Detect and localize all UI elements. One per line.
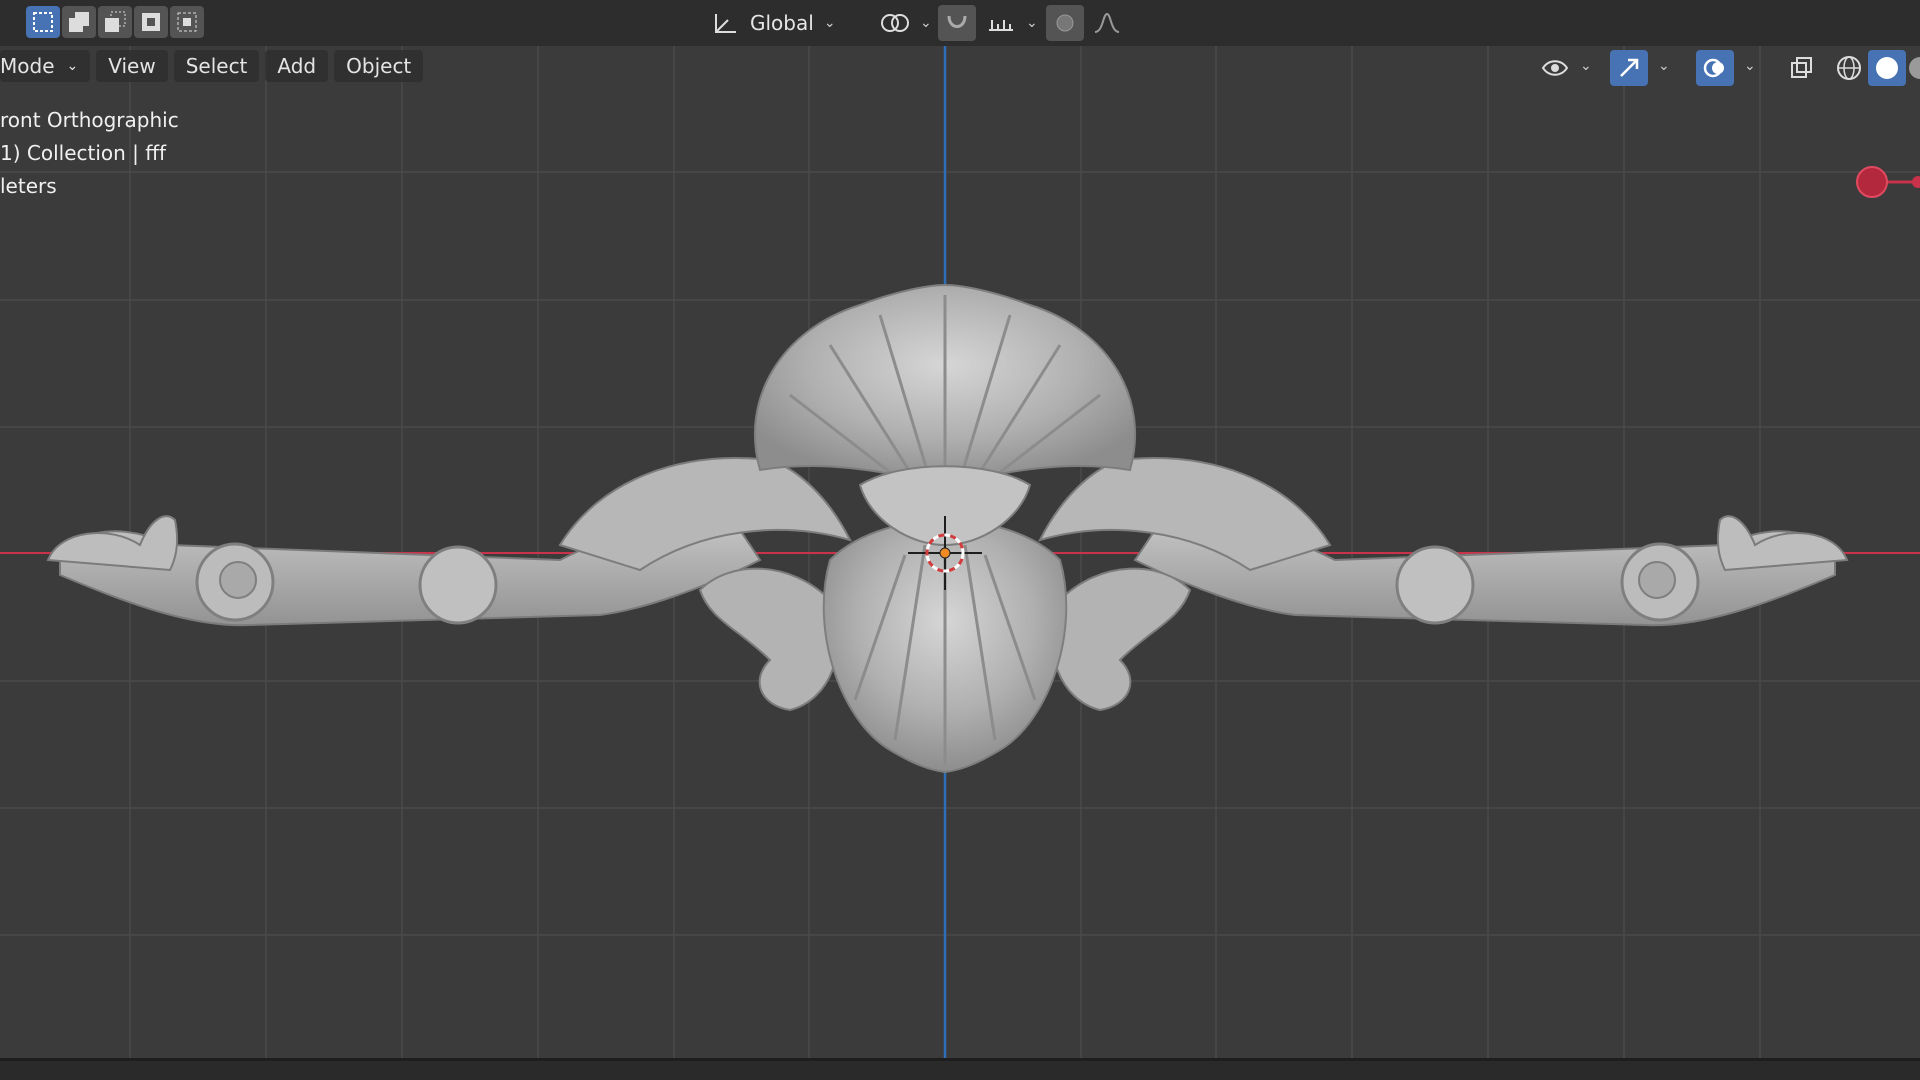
snap-target-dropdown[interactable]: ⌄ — [976, 6, 1048, 40]
shading-wireframe-button[interactable] — [1830, 50, 1868, 86]
falloff-curve-icon — [1094, 12, 1120, 33]
chevron-down-icon: ⌄ — [823, 15, 836, 31]
shading-solid-button[interactable] — [1868, 50, 1906, 86]
snap-toggle[interactable] — [938, 5, 976, 41]
select-intersect-icon — [177, 12, 197, 32]
select-subtract-button[interactable] — [98, 6, 132, 38]
select-invert-icon — [142, 13, 160, 31]
menu-add[interactable]: Add — [265, 50, 329, 82]
proportional-editing-icon — [1056, 14, 1074, 32]
select-box-icon — [33, 12, 53, 32]
viewport-canvas[interactable] — [0, 0, 1920, 1080]
menu-select[interactable]: Select — [173, 50, 260, 82]
orientation-axes-icon — [715, 14, 736, 33]
proportional-editing-toggle[interactable] — [1046, 5, 1084, 41]
orientation-label: Global — [750, 11, 814, 35]
shading-material-button[interactable] — [1906, 50, 1920, 86]
solid-sphere-icon — [1876, 57, 1898, 79]
selection-mode-group — [26, 6, 204, 38]
gizmo-toggle[interactable] — [1610, 50, 1648, 86]
interaction-mode-dropdown[interactable]: Mode ⌄ — [0, 50, 91, 82]
view-name-label: ront Orthographic — [0, 108, 179, 132]
viewport-header-menu: Mode ⌄ View Select Add Object — [0, 50, 424, 82]
menu-view[interactable]: View — [96, 50, 168, 82]
select-extend-icon — [69, 12, 89, 32]
xray-icon — [1791, 57, 1812, 78]
visibility-eye-icon — [1541, 60, 1569, 76]
pivot-point-icon — [881, 14, 909, 32]
proportional-falloff-dropdown[interactable] — [1088, 5, 1126, 41]
snap-increment-icon — [989, 20, 1013, 31]
select-box-new-button[interactable] — [26, 6, 60, 38]
ornament-mesh[interactable] — [46, 283, 1849, 774]
overlays-toggle[interactable] — [1696, 50, 1734, 86]
select-intersect-button[interactable] — [170, 6, 204, 38]
collection-label: 1) Collection | fff — [0, 141, 167, 165]
wireframe-sphere-icon — [1837, 56, 1861, 80]
tool-header: Global ⌄ ⌄ ⌄ — [0, 0, 1920, 46]
mode-label: Mode — [0, 54, 55, 78]
object-visibility-button[interactable] — [1536, 50, 1574, 86]
blender-3d-viewport: Global ⌄ ⌄ ⌄ Mode ⌄ View Select Add Obje… — [0, 0, 1920, 1080]
chevron-down-icon: ⌄ — [1744, 58, 1756, 74]
chevron-down-icon: ⌄ — [1026, 15, 1038, 31]
chevron-down-icon: ⌄ — [66, 58, 79, 74]
material-sphere-icon — [1909, 57, 1920, 79]
status-bar — [0, 1058, 1920, 1080]
xray-toggle[interactable] — [1782, 50, 1820, 86]
transform-orientation-dropdown[interactable]: Global ⌄ — [700, 6, 846, 40]
select-subtract-icon — [105, 11, 126, 32]
chevron-down-icon: ⌄ — [1580, 58, 1592, 74]
units-label: leters — [0, 174, 57, 198]
select-invert-button[interactable] — [134, 6, 168, 38]
select-extend-button[interactable] — [62, 6, 96, 38]
object-origin-dot — [939, 547, 951, 559]
menu-object[interactable]: Object — [334, 50, 424, 82]
gizmo-icon — [1620, 58, 1639, 77]
chevron-down-icon: ⌄ — [920, 15, 932, 31]
overlays-icon — [1703, 58, 1724, 78]
chevron-down-icon: ⌄ — [1658, 58, 1670, 74]
pivot-point-dropdown[interactable]: ⌄ — [868, 6, 942, 40]
snap-magnet-icon — [947, 15, 967, 28]
